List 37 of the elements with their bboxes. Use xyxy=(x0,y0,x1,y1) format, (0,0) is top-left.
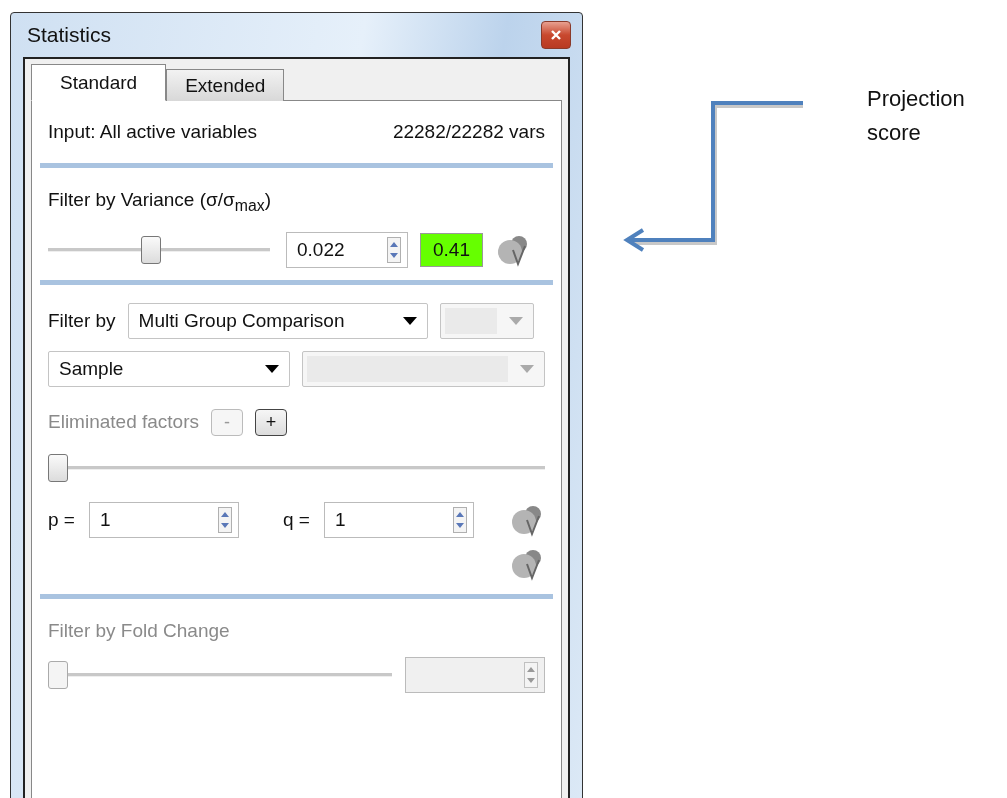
tab[interactable]: Standard xyxy=(31,64,167,101)
slider-thumb[interactable] xyxy=(48,453,68,482)
variable-count: 22282/22282 vars xyxy=(392,121,545,143)
q-label: q = xyxy=(282,508,310,531)
caret-icon xyxy=(402,316,417,325)
spin-arrows-icon xyxy=(452,506,467,533)
input-label: Input: All active variables xyxy=(48,121,258,143)
annotation-label: Projection score xyxy=(867,85,966,147)
slider[interactable] xyxy=(48,660,392,689)
window-title: Statistics xyxy=(27,23,112,47)
section-label: Filter by Variance (σ/σ$_{max}$) xyxy=(48,188,272,216)
dropdown[interactable] xyxy=(302,350,545,387)
number-field[interactable] xyxy=(405,656,545,693)
p-label: p = xyxy=(48,508,75,531)
section-label: Filter by Fold Change xyxy=(48,618,231,643)
caret-icon xyxy=(508,316,523,325)
filter-label: Filter by xyxy=(48,309,116,332)
slider[interactable] xyxy=(48,453,545,482)
dropdown[interactable] xyxy=(439,302,534,339)
tab[interactable]: Extended xyxy=(166,69,285,101)
step-button[interactable]: + xyxy=(255,408,287,436)
caret-icon xyxy=(265,364,279,373)
spin-arrows-icon xyxy=(217,506,232,533)
close-icon xyxy=(550,29,562,41)
eliminated-factors-label: Eliminated factors xyxy=(48,411,199,434)
number-field[interactable]: 1 xyxy=(323,501,474,538)
caret-icon xyxy=(520,364,534,373)
slider[interactable] xyxy=(48,235,270,264)
spin-arrows-icon xyxy=(524,661,538,688)
close-button[interactable] xyxy=(541,21,571,49)
number-field[interactable]: 1 xyxy=(88,501,239,538)
method-dropdown[interactable]: Multi Group Comparison xyxy=(127,302,428,339)
projection-score: 0.41 xyxy=(420,232,483,267)
factor-dropdown[interactable]: Sample xyxy=(48,350,290,387)
number-field[interactable]: 0.022 xyxy=(286,231,408,268)
slider-thumb[interactable] xyxy=(140,235,161,264)
spin-arrows-icon xyxy=(387,236,401,263)
